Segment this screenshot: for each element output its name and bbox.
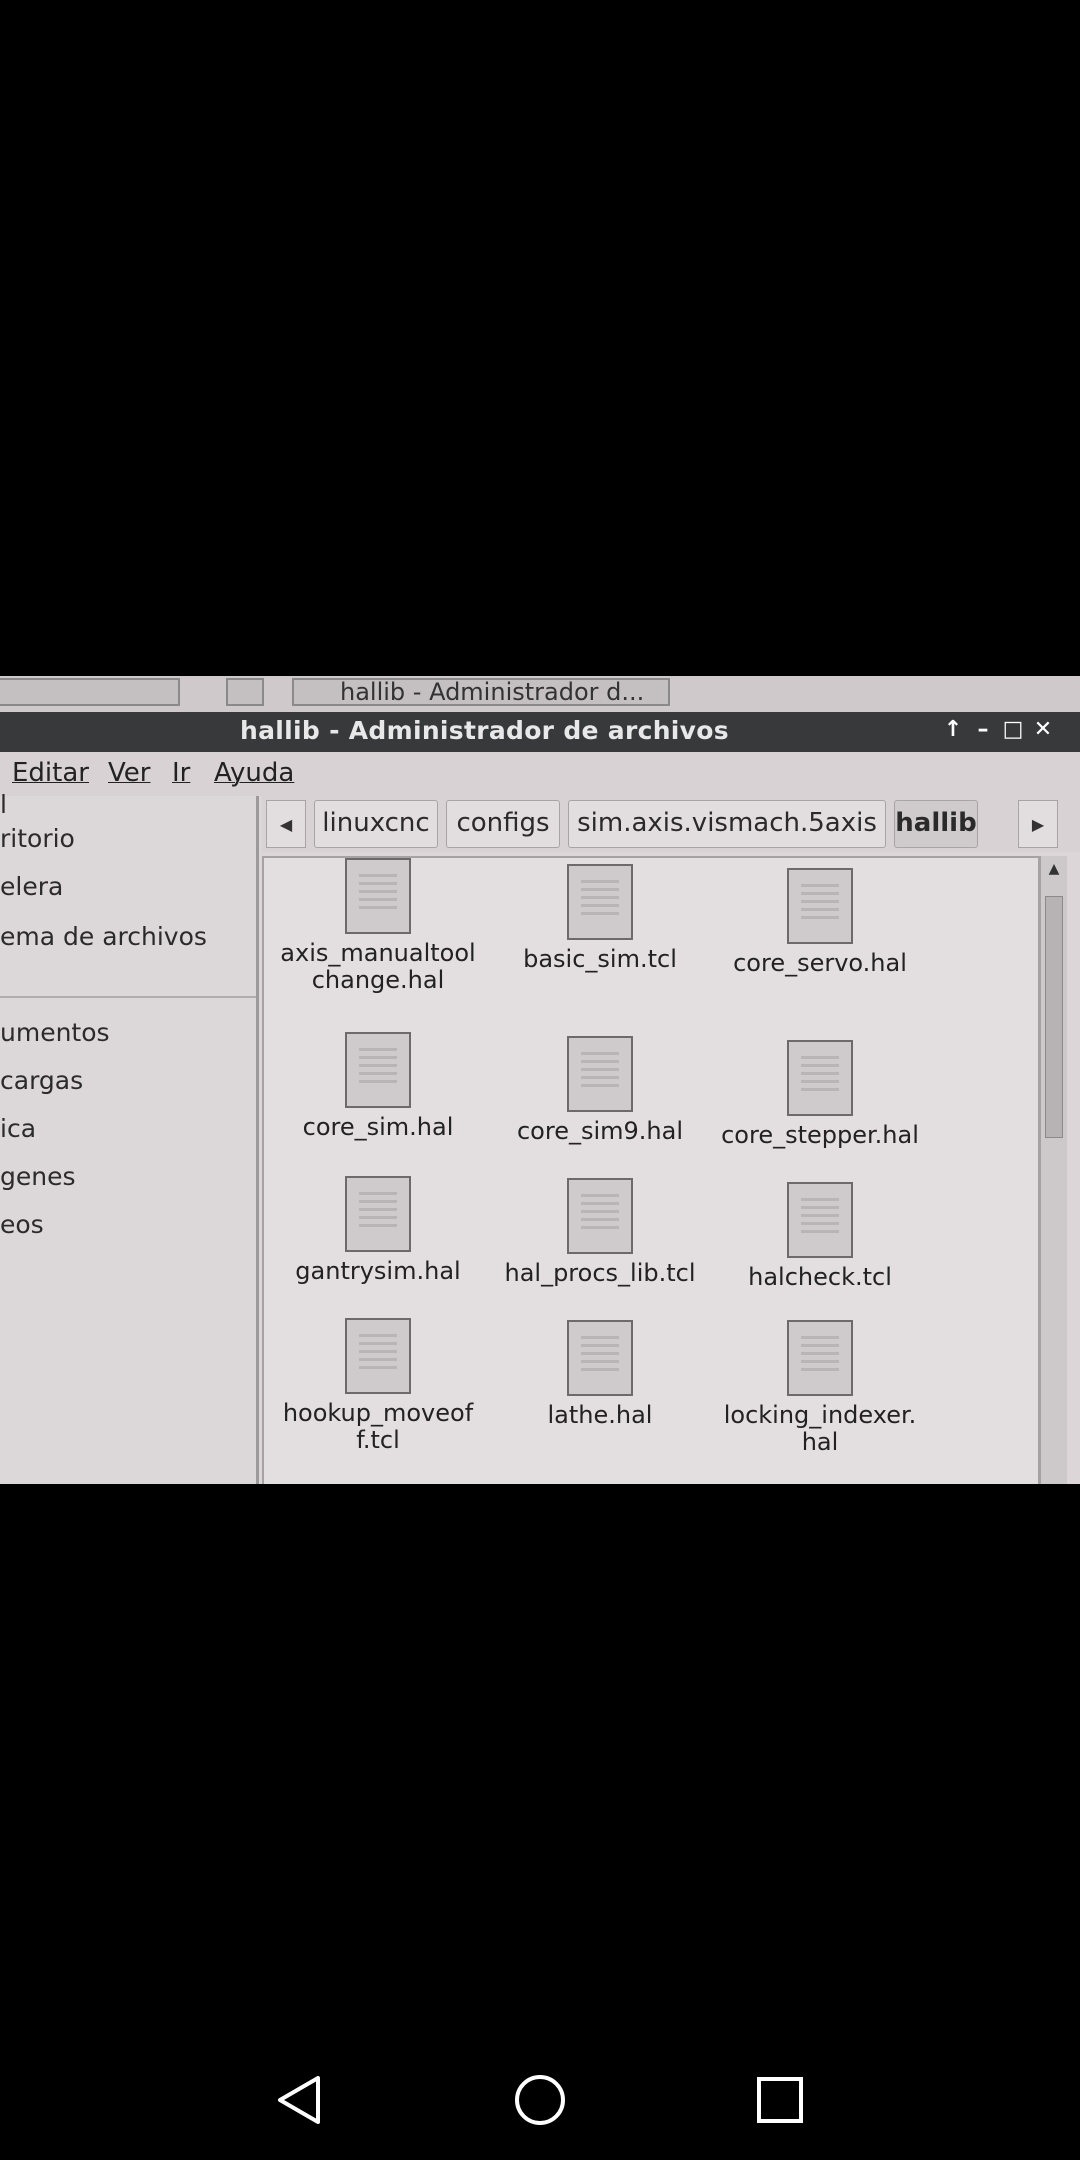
recents-icon[interactable]	[750, 2070, 810, 2130]
sidebar-item-papelera[interactable]: elera	[0, 872, 63, 901]
android-navbar	[0, 2040, 1080, 2160]
file-item[interactable]: core_servo.hal	[710, 868, 930, 977]
close-icon[interactable]: ✕	[1030, 717, 1056, 743]
file-name: core_stepper.hal	[721, 1121, 919, 1149]
scroll-up-icon[interactable]: ▲	[1041, 856, 1067, 882]
sidebar-divider	[0, 996, 256, 998]
document-icon	[787, 868, 853, 944]
maximize-icon[interactable]: □	[1000, 717, 1026, 743]
document-icon	[345, 858, 411, 934]
file-name: hookup_moveof f.tcl	[282, 1399, 474, 1454]
sidebar-item-home[interactable]: l	[0, 790, 7, 819]
sidebar: l ritorio elera ema de archivos umentos …	[0, 790, 259, 1484]
sidebar-item-imagenes[interactable]: genes	[0, 1162, 76, 1191]
crumb-hallib[interactable]: hallib	[894, 800, 978, 848]
scroll-thumb[interactable]	[1045, 896, 1063, 1138]
document-icon	[567, 1320, 633, 1396]
file-item[interactable]: basic_sim.tcl	[490, 864, 710, 973]
menubar: Editar Ver Ir Ayuda	[0, 752, 1080, 796]
crumb-sim-axis-vismach-5axis[interactable]: sim.axis.vismach.5axis	[568, 800, 886, 848]
sidebar-item-documentos[interactable]: umentos	[0, 1018, 110, 1047]
document-icon	[567, 1178, 633, 1254]
file-name: basic_sim.tcl	[523, 945, 677, 973]
file-view: axis_manualtool change.hal basic_sim.tcl …	[262, 856, 1040, 1484]
file-item[interactable]: locking_indexer. hal	[710, 1320, 930, 1456]
sidebar-item-sistema-de-archivos[interactable]: ema de archivos	[0, 922, 207, 951]
file-name: locking_indexer. hal	[723, 1401, 917, 1456]
menu-ver[interactable]: Ver	[108, 758, 150, 788]
file-item[interactable]: halcheck.tcl	[710, 1182, 930, 1291]
document-icon	[567, 1036, 633, 1112]
taskbar-button[interactable]	[0, 678, 180, 706]
sidebar-item-descargas[interactable]: cargas	[0, 1066, 83, 1095]
menu-ir[interactable]: Ir	[172, 758, 190, 788]
document-icon	[787, 1040, 853, 1116]
file-name: hal_procs_lib.tcl	[504, 1259, 696, 1287]
file-name: gantrysim.hal	[295, 1257, 461, 1285]
path-left-icon[interactable]: ◀	[266, 800, 306, 848]
sidebar-item-escritorio[interactable]: ritorio	[0, 824, 75, 853]
window-title: hallib - Administrador de archivos	[240, 716, 729, 745]
file-name: core_servo.hal	[733, 949, 907, 977]
back-icon[interactable]	[270, 2070, 330, 2130]
document-icon	[787, 1320, 853, 1396]
file-name: core_sim9.hal	[516, 1117, 684, 1145]
file-item[interactable]: axis_manualtool change.hal	[268, 858, 488, 994]
file-item[interactable]: core_sim9.hal	[490, 1036, 710, 1145]
file-name: halcheck.tcl	[748, 1263, 892, 1291]
file-item[interactable]: hal_procs_lib.tcl	[490, 1178, 710, 1287]
document-icon	[567, 864, 633, 940]
file-item[interactable]: lathe.hal	[490, 1320, 710, 1429]
file-name: lathe.hal	[547, 1401, 653, 1429]
file-item[interactable]: hookup_moveof f.tcl	[268, 1318, 488, 1454]
home-icon[interactable]	[510, 2070, 570, 2130]
taskbar-window-label: hallib - Administrador d...	[340, 678, 645, 706]
file-name: axis_manualtool change.hal	[280, 939, 476, 994]
pathbar: ◀ linuxcnc configs sim.axis.vismach.5axi…	[262, 796, 1080, 852]
crumb-linuxcnc[interactable]: linuxcnc	[314, 800, 438, 848]
sidebar-item-videos[interactable]: eos	[0, 1210, 44, 1239]
window-titlebar: hallib - Administrador de archivos ↑ – □…	[0, 712, 1080, 752]
menu-ayuda[interactable]: Ayuda	[214, 758, 294, 788]
vertical-scrollbar[interactable]: ▲	[1040, 856, 1067, 1484]
file-item[interactable]: core_stepper.hal	[710, 1040, 930, 1149]
document-icon	[345, 1032, 411, 1108]
up-icon[interactable]: ↑	[940, 717, 966, 743]
file-item[interactable]: gantrysim.hal	[268, 1176, 488, 1285]
path-right-icon[interactable]: ▶	[1018, 800, 1058, 848]
file-name: core_sim.hal	[302, 1113, 454, 1141]
document-icon	[345, 1176, 411, 1252]
taskbar-app-icon[interactable]	[226, 678, 264, 706]
sidebar-item-musica[interactable]: ica	[0, 1114, 36, 1143]
file-item[interactable]: core_sim.hal	[268, 1032, 488, 1141]
screen-photo: hallib - Administrador d... hallib - Adm…	[0, 676, 1080, 1484]
document-icon	[345, 1318, 411, 1394]
taskbar: hallib - Administrador d...	[0, 676, 1080, 713]
menu-editar[interactable]: Editar	[12, 758, 89, 788]
crumb-configs[interactable]: configs	[446, 800, 560, 848]
document-icon	[787, 1182, 853, 1258]
minimize-icon[interactable]: –	[970, 717, 996, 743]
